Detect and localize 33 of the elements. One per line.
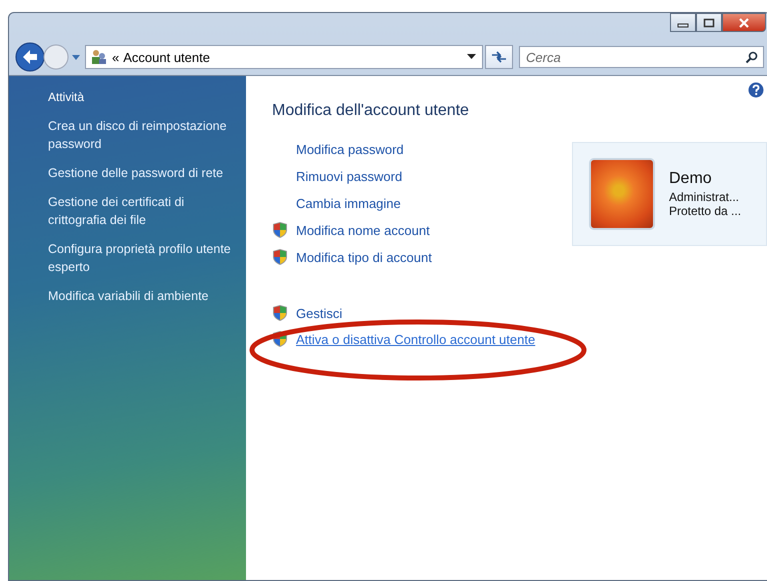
sidebar-link[interactable]: Crea un disco di reimpostazione password	[48, 117, 240, 153]
task-link[interactable]: Modifica nome account	[296, 222, 430, 238]
refresh-button[interactable]	[485, 45, 513, 69]
account-type: Administrat...	[669, 190, 740, 204]
sidebar-link[interactable]: Modifica variabili di ambiente	[48, 287, 240, 305]
task-link[interactable]: Modifica tipo di account	[296, 250, 432, 264]
account-status: Protetto da ...	[669, 204, 742, 218]
breadcrumb-separator[interactable]: «	[112, 50, 120, 64]
search-field[interactable]: Cerca	[519, 46, 764, 68]
task-link[interactable]: Modifica password	[296, 142, 404, 156]
search-icon[interactable]	[745, 51, 758, 64]
maximize-icon	[703, 18, 715, 28]
task-link[interactable]: Attiva o disattiva Controllo account utente	[296, 332, 536, 346]
breadcrumb-path[interactable]: Account utente	[123, 50, 463, 64]
maximize-button[interactable]	[696, 13, 722, 32]
sidebar-link[interactable]: Gestione dei certificati di crittografia dei file	[48, 193, 240, 229]
sidebar-heading: Attività	[48, 90, 86, 104]
close-icon	[738, 18, 750, 28]
task-link[interactable]: Rimuovi password	[296, 168, 402, 184]
sidebar-link[interactable]: Configura proprietà profilo utente esperto	[48, 240, 240, 276]
task-link[interactable]: Cambia immagine	[296, 196, 401, 210]
refresh-arrows-icon	[491, 50, 507, 64]
users-icon	[90, 49, 108, 65]
sidebar-link[interactable]: Gestione delle password di rete	[48, 164, 240, 182]
task-link[interactable]: Gestisci	[296, 306, 342, 320]
account-picture-placeholder	[589, 158, 655, 230]
address-bar[interactable]: « Account utente	[85, 45, 483, 69]
minimize-button[interactable]	[670, 13, 696, 32]
dropdown-arrow-icon[interactable]	[467, 54, 476, 60]
close-button[interactable]	[722, 13, 766, 32]
help-icon[interactable]	[748, 82, 764, 98]
account-name: Demo	[669, 170, 713, 188]
page-title: Modifica dell'account utente	[272, 102, 470, 120]
